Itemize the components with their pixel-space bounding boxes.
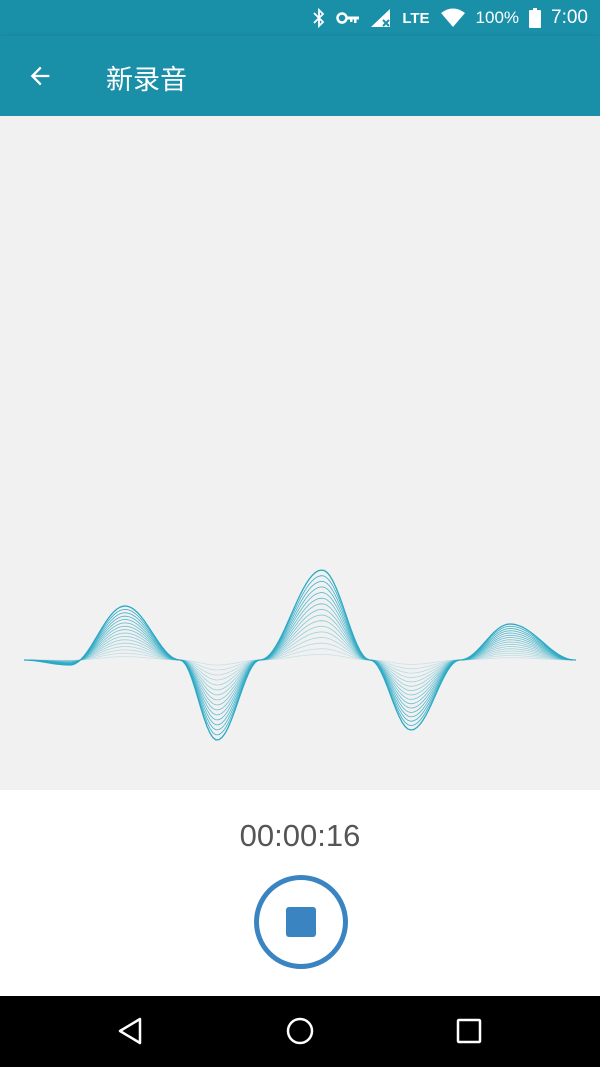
waveform-area [0, 116, 600, 790]
recording-controls: 00:00:16 [0, 790, 600, 996]
bluetooth-icon [312, 8, 326, 28]
waveform-visualization [23, 569, 577, 741]
waveform-line [24, 637, 576, 681]
recents-square-icon [456, 1018, 482, 1044]
system-navigation-bar [0, 996, 600, 1067]
app-bar: 新录音 [0, 36, 600, 116]
battery-icon [529, 8, 542, 28]
nav-home-button[interactable] [282, 1013, 318, 1049]
page-title: 新录音 [106, 65, 187, 96]
waveform-line [24, 654, 576, 666]
back-button[interactable] [20, 56, 60, 96]
recording-timer: 00:00:16 [239, 818, 361, 853]
stop-icon [286, 907, 316, 937]
home-circle-icon [286, 1017, 314, 1045]
battery-percent: 100% [475, 8, 520, 27]
status-bar: LTE 100% 7:00 [0, 0, 600, 36]
nav-recents-button[interactable] [451, 1013, 487, 1049]
clock: 7:00 [551, 7, 588, 28]
arrow-back-icon [30, 66, 50, 86]
signal-icon [370, 8, 392, 28]
network-type-label: LTE [402, 9, 430, 27]
nav-back-button[interactable] [112, 1013, 148, 1049]
back-triangle-icon [118, 1017, 142, 1045]
wifi-icon [440, 8, 466, 28]
stop-recording-button[interactable] [254, 875, 348, 969]
status-icons: LTE 100% 7:00 [312, 0, 588, 36]
vpn-key-icon [336, 11, 360, 25]
